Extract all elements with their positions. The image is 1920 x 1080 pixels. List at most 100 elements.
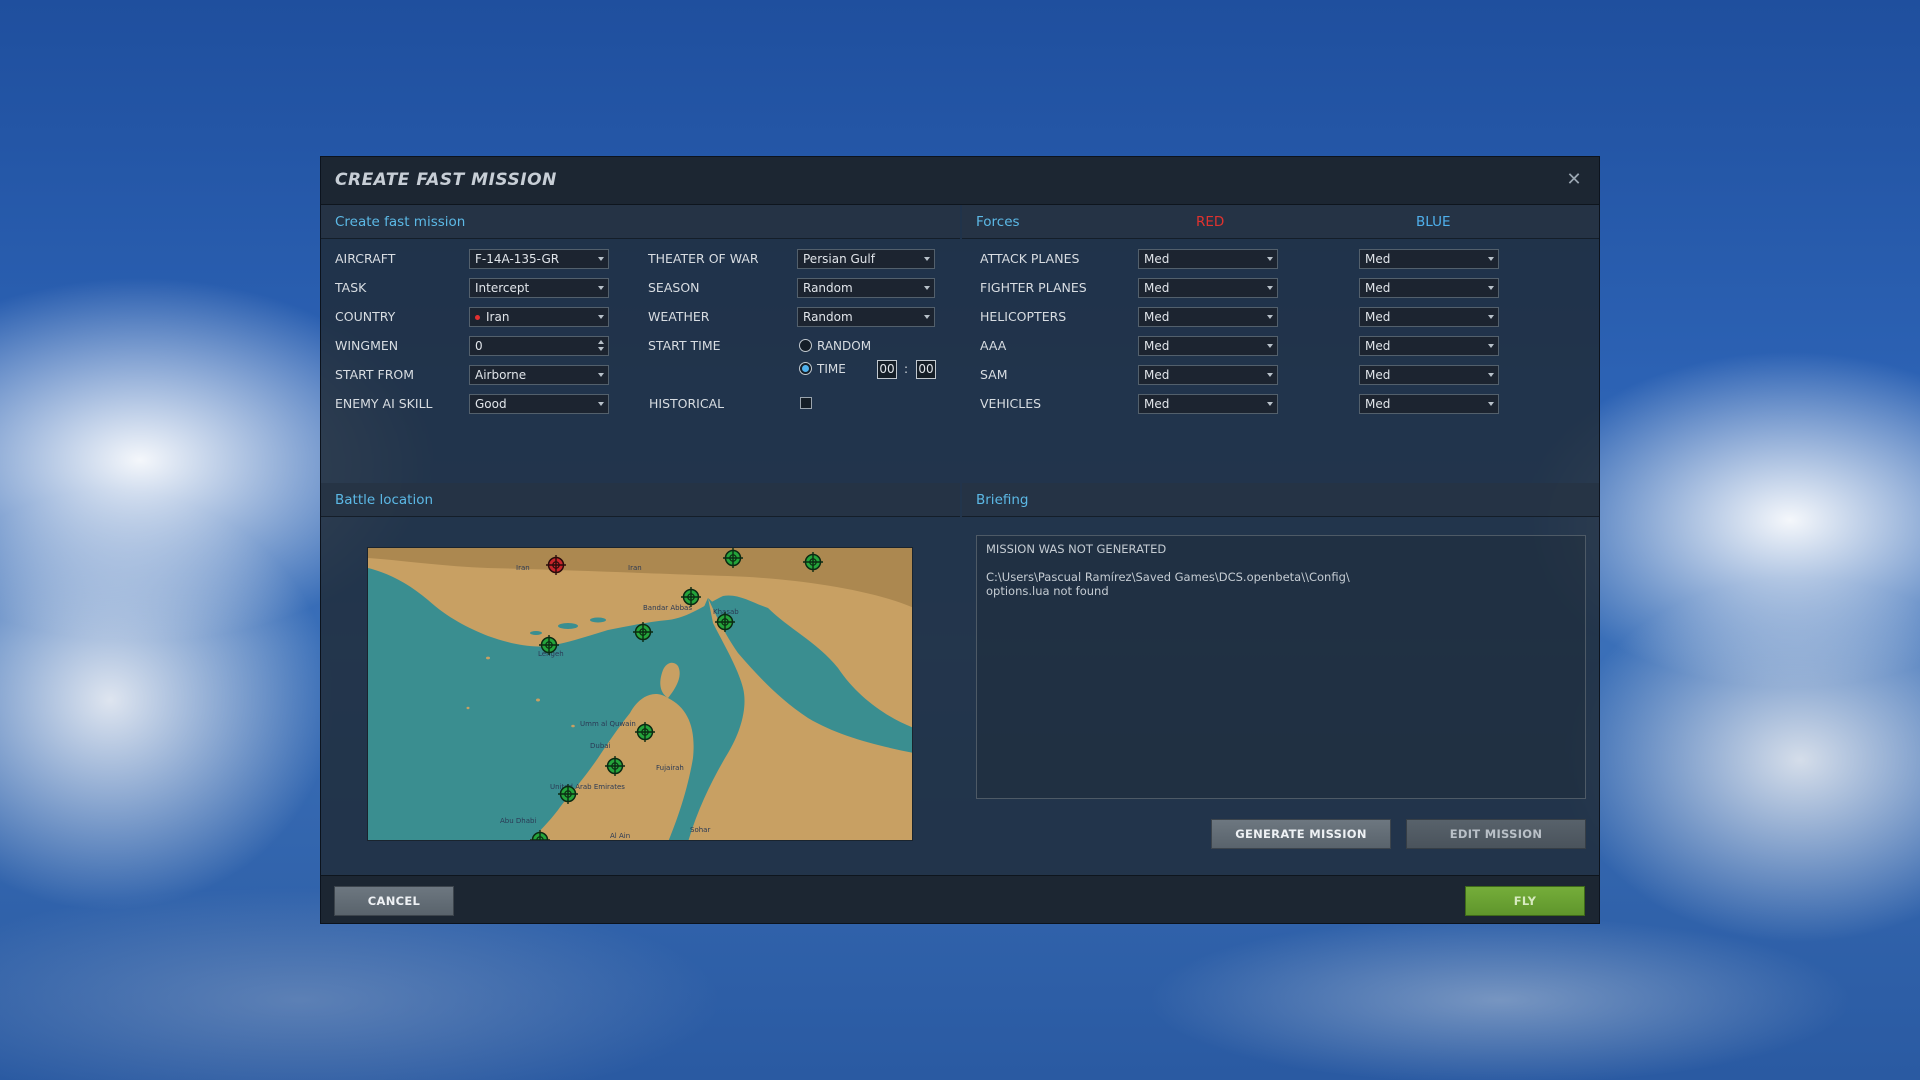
forces-section-header: Forces RED BLUE: [962, 205, 1599, 239]
aaa-red-value: Med: [1144, 339, 1170, 353]
aaa-blue-value: Med: [1365, 339, 1391, 353]
vehicles-red-select[interactable]: Med: [1138, 394, 1278, 414]
sam-red-value: Med: [1144, 368, 1170, 382]
map-label-al-ain: Al Ain: [610, 832, 630, 840]
hours-input[interactable]: 00: [877, 360, 897, 379]
chevron-down-icon: [1267, 402, 1273, 406]
chevron-down-icon: [1488, 373, 1494, 377]
weather-select[interactable]: Random: [797, 307, 935, 327]
country-label: COUNTRY: [335, 309, 396, 324]
task-select[interactable]: Intercept: [469, 278, 609, 298]
briefing-status: MISSION WAS NOT GENERATED: [986, 542, 1167, 556]
map-label-fujairah: Fujairah: [656, 764, 684, 772]
chevron-down-icon: [1488, 402, 1494, 406]
chevron-down-icon: [1267, 257, 1273, 261]
briefing-error-line-2: options.lua not found: [986, 584, 1109, 598]
chevron-down-icon: [598, 286, 604, 290]
chevron-down-icon: [1488, 344, 1494, 348]
start-from-select[interactable]: Airborne: [469, 365, 609, 385]
aircraft-select[interactable]: F-14A-135-GR: [469, 249, 609, 269]
forces-section-title: Forces: [976, 214, 1020, 230]
cancel-button[interactable]: CANCEL: [334, 886, 454, 916]
iran-flag-icon: [475, 315, 480, 320]
chevron-down-icon: [924, 315, 930, 319]
fly-button[interactable]: FLY: [1465, 886, 1585, 916]
time-separator: :: [904, 362, 909, 376]
battle-location-title: Battle location: [335, 492, 434, 508]
season-label: SEASON: [648, 280, 700, 295]
title-bar[interactable]: CREATE FAST MISSION ✕: [321, 157, 1599, 205]
map-label-iran-1: Iran: [516, 564, 530, 572]
vehicles-label: VEHICLES: [980, 396, 1042, 411]
enemy-ai-skill-label: ENEMY AI SKILL: [335, 396, 433, 411]
theater-select[interactable]: Persian Gulf: [797, 249, 935, 269]
battle-location-map[interactable]: Iran Iran Bandar Abbas Lengeh Khasab Umm…: [367, 547, 913, 841]
helicopters-blue-select[interactable]: Med: [1359, 307, 1499, 327]
chevron-down-icon: [598, 257, 604, 261]
attack-planes-red-select[interactable]: Med: [1138, 249, 1278, 269]
chevron-down-icon[interactable]: [598, 347, 604, 351]
fighter-planes-blue-select[interactable]: Med: [1359, 278, 1499, 298]
sam-blue-select[interactable]: Med: [1359, 365, 1499, 385]
sam-label: SAM: [980, 367, 1008, 382]
start-time-label: START TIME: [648, 338, 721, 353]
aaa-blue-select[interactable]: Med: [1359, 336, 1499, 356]
chevron-up-icon[interactable]: [598, 340, 604, 344]
season-select[interactable]: Random: [797, 278, 935, 298]
weather-label: WEATHER: [648, 309, 710, 324]
attack-planes-blue-select[interactable]: Med: [1359, 249, 1499, 269]
briefing-title: Briefing: [976, 492, 1029, 508]
aaa-label: AAA: [980, 338, 1007, 353]
fighter-planes-red-select[interactable]: Med: [1138, 278, 1278, 298]
create-section-title: Create fast mission: [335, 214, 466, 230]
chevron-down-icon: [1267, 315, 1273, 319]
attack-planes-label: ATTACK PLANES: [980, 251, 1080, 266]
helicopters-red-select[interactable]: Med: [1138, 307, 1278, 327]
start-from-value: Airborne: [475, 368, 527, 382]
generate-mission-button[interactable]: GENERATE MISSION: [1211, 819, 1391, 849]
briefing-spacer: [986, 556, 1576, 570]
map-label-dubai: Dubai: [590, 742, 611, 750]
map-svg: Iran Iran Bandar Abbas Lengeh Khasab Umm…: [368, 548, 912, 840]
sam-blue-value: Med: [1365, 368, 1391, 382]
season-value: Random: [803, 281, 853, 295]
battle-location-header: Battle location: [321, 483, 960, 517]
vehicles-blue-value: Med: [1365, 397, 1391, 411]
chevron-down-icon: [1488, 315, 1494, 319]
map-label-sohar: Sohar: [690, 826, 710, 834]
briefing-text-area[interactable]: MISSION WAS NOT GENERATED C:\Users\Pascu…: [976, 535, 1586, 799]
chevron-down-icon: [1488, 257, 1494, 261]
start-time-random-radio[interactable]: [799, 339, 812, 352]
map-label-umm-al-quwain: Umm al Quwain: [580, 720, 636, 728]
minutes-input[interactable]: 00: [916, 360, 936, 379]
create-section-header: Create fast mission: [321, 205, 960, 239]
chevron-down-icon: [1488, 286, 1494, 290]
helicopters-red-value: Med: [1144, 310, 1170, 324]
historical-label: HISTORICAL: [649, 396, 725, 411]
aircraft-label: AIRCRAFT: [335, 251, 396, 266]
historical-checkbox[interactable]: [800, 397, 812, 409]
close-icon[interactable]: ✕: [1563, 167, 1585, 193]
chevron-down-icon: [924, 257, 930, 261]
aaa-red-select[interactable]: Med: [1138, 336, 1278, 356]
time-radio-label: TIME: [817, 362, 846, 376]
sam-red-select[interactable]: Med: [1138, 365, 1278, 385]
chevron-down-icon: [598, 373, 604, 377]
vehicles-blue-select[interactable]: Med: [1359, 394, 1499, 414]
enemy-ai-skill-value: Good: [475, 397, 507, 411]
theater-value: Persian Gulf: [803, 252, 875, 266]
country-value: Iran: [486, 310, 510, 324]
aircraft-value: F-14A-135-GR: [475, 252, 560, 266]
country-select[interactable]: Iran: [469, 307, 609, 327]
start-time-time-radio[interactable]: [799, 362, 812, 375]
dialog-footer: CANCEL FLY: [321, 875, 1599, 923]
task-value: Intercept: [475, 281, 530, 295]
briefing-header: Briefing: [962, 483, 1599, 517]
dialog-title: CREATE FAST MISSION: [335, 170, 557, 190]
fighter-planes-red-value: Med: [1144, 281, 1170, 295]
enemy-ai-skill-select[interactable]: Good: [469, 394, 609, 414]
wingmen-label: WINGMEN: [335, 338, 399, 353]
edit-mission-button[interactable]: EDIT MISSION: [1406, 819, 1586, 849]
wingmen-stepper[interactable]: 0: [469, 336, 609, 356]
helicopters-blue-value: Med: [1365, 310, 1391, 324]
